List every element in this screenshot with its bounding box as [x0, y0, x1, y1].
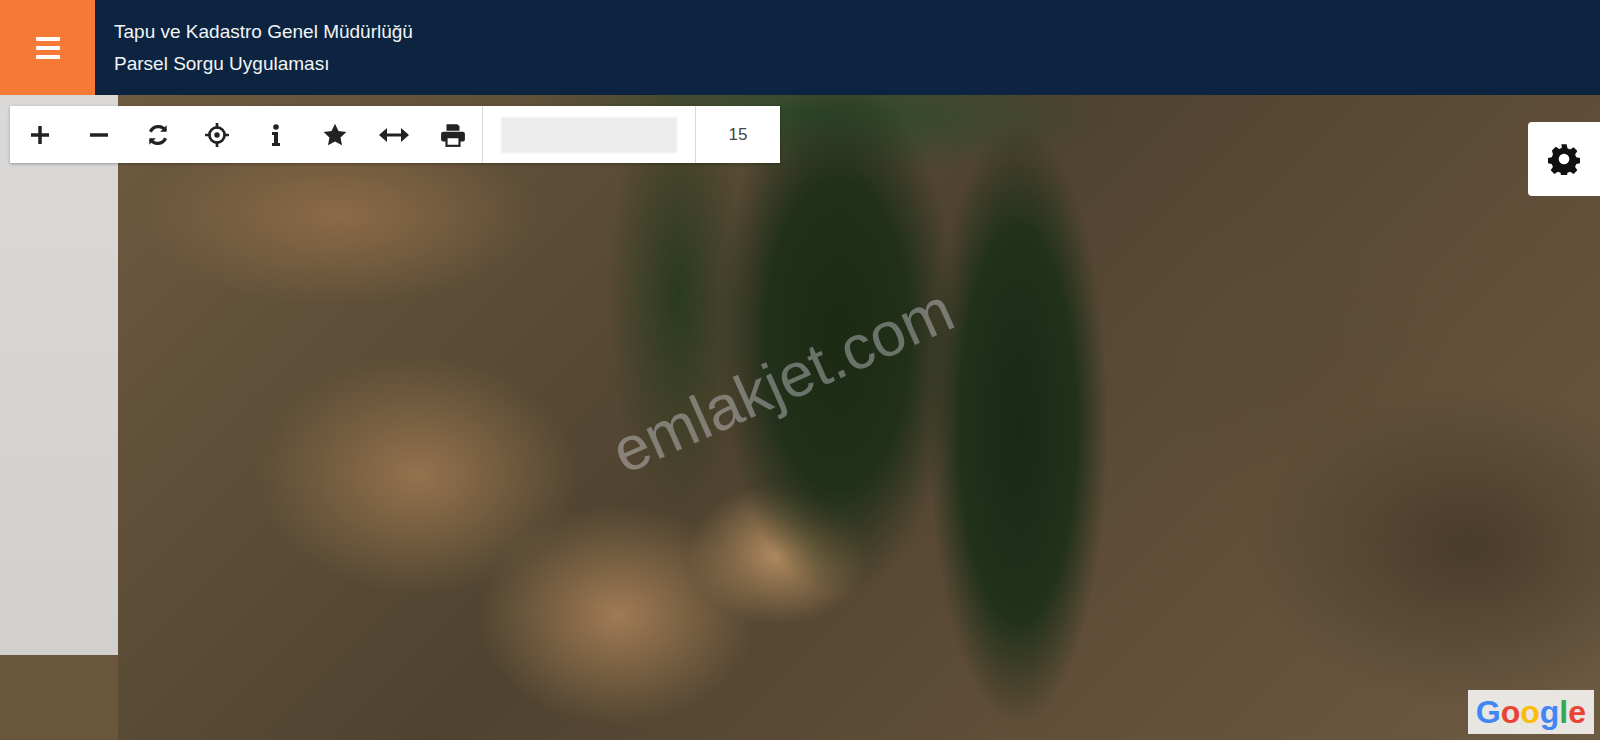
- info-button[interactable]: [246, 106, 305, 163]
- star-icon: [322, 122, 348, 148]
- plus-icon: [28, 123, 52, 147]
- map-toolbar: 15: [10, 106, 780, 163]
- locate-button[interactable]: [187, 106, 246, 163]
- info-icon: [269, 123, 283, 147]
- print-button[interactable]: [423, 106, 482, 163]
- menu-button[interactable]: [0, 0, 95, 95]
- zoom-out-button[interactable]: [69, 106, 128, 163]
- favorite-button[interactable]: [305, 106, 364, 163]
- watermark: emlakjet.com: [601, 274, 964, 487]
- printer-icon: [440, 122, 466, 148]
- app-title: Tapu ve Kadastro Genel Müdürlüğü: [114, 20, 413, 44]
- double-arrow-icon: [379, 125, 409, 145]
- side-panel-strip: [0, 95, 118, 655]
- parcel-query-app: Tapu ve Kadastro Genel Müdürlüğü Parsel S…: [0, 0, 1600, 740]
- zoom-in-button[interactable]: [10, 106, 69, 163]
- refresh-icon: [145, 122, 171, 148]
- app-subtitle: Parsel Sorgu Uygulaması: [114, 52, 413, 76]
- minus-icon: [87, 123, 111, 147]
- satellite-imagery[interactable]: [118, 95, 1600, 740]
- map-attribution: Google: [1468, 690, 1594, 734]
- settings-button[interactable]: [1528, 122, 1600, 196]
- map[interactable]: 15 emlakjet.com Google: [0, 95, 1600, 740]
- measure-button[interactable]: [364, 106, 423, 163]
- crosshair-icon: [204, 122, 230, 148]
- header: Tapu ve Kadastro Genel Müdürlüğü Parsel S…: [0, 0, 1600, 95]
- search-field[interactable]: [501, 117, 677, 153]
- zoom-level: 15: [696, 106, 780, 163]
- refresh-button[interactable]: [128, 106, 187, 163]
- header-titles: Tapu ve Kadastro Genel Müdürlüğü Parsel S…: [95, 0, 413, 95]
- gear-icon: [1548, 143, 1580, 175]
- search-segment: [482, 106, 696, 163]
